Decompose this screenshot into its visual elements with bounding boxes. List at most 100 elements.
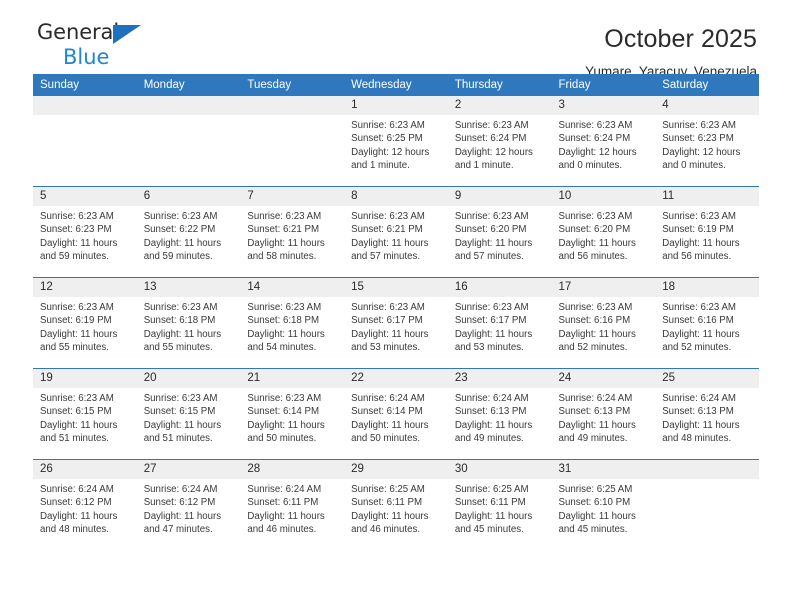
calendar-day-cell[interactable]: 23 Sunrise: 6:24 AM Sunset: 6:13 PM Dayligh…: [447, 368, 552, 460]
sunrise-text: Sunrise: 6:24 AM: [247, 484, 322, 495]
calendar-day-cell[interactable]: 11 Sunrise: 6:23 AM Sunset: 6:19 PM Dayligh…: [655, 186, 759, 278]
calendar-day-cell[interactable]: 28 Sunrise: 6:24 AM Sunset: 6:11 PM Dayligh…: [240, 459, 345, 550]
sunrise-text: Sunrise: 6:24 AM: [143, 484, 218, 495]
day-number: 9: [447, 187, 552, 206]
logo-triangle-icon: [113, 25, 141, 44]
sunrise-text: Sunrise: 6:23 AM: [558, 211, 633, 222]
sunrise-text: Sunrise: 6:24 AM: [454, 393, 529, 404]
day-cell-12: 12 Sunrise: 6:23 AM Sunset: 6:19 PM Dayligh…: [33, 278, 137, 368]
sunset-text: Sunset: 6:10 PM: [558, 497, 631, 509]
daylight-text: Daylight: 11 hours and 49 minutes.: [454, 419, 533, 444]
calendar-day-cell[interactable]: [33, 96, 137, 187]
day-details: Sunrise: 6:23 AM Sunset: 6:23 PM Daylight:…: [33, 206, 137, 263]
sunset-text: Sunset: 6:19 PM: [40, 315, 112, 327]
day-number: 10: [551, 187, 656, 206]
weekday-header-saturday: Saturday: [655, 74, 759, 96]
sunset-text: Sunset: 6:13 PM: [558, 406, 631, 418]
day-number: 14: [240, 278, 345, 297]
day-number: 3: [551, 96, 656, 115]
day-number: [136, 96, 241, 115]
sunrise-text: Sunrise: 6:23 AM: [662, 120, 736, 131]
daylight-text: Daylight: 11 hours and 52 minutes.: [662, 328, 740, 353]
day-cell-7: 7 Sunrise: 6:23 AM Sunset: 6:21 PM Daylight…: [240, 187, 345, 277]
day-cell-3: 3 Sunrise: 6:23 AM Sunset: 6:24 PM Daylight…: [551, 96, 656, 186]
sunrise-text: Sunrise: 6:23 AM: [40, 302, 114, 313]
day-cell-empty: [33, 96, 137, 186]
day-number: 16: [447, 278, 552, 297]
day-number: 28: [240, 460, 345, 479]
day-number: 21: [240, 369, 345, 388]
calendar-day-cell[interactable]: [240, 96, 345, 187]
day-details: Sunrise: 6:24 AM Sunset: 6:13 PM Daylight:…: [552, 388, 656, 445]
calendar-day-cell[interactable]: [136, 96, 241, 187]
calendar-day-cell[interactable]: 10 Sunrise: 6:23 AM Sunset: 6:20 PM Dayligh…: [551, 186, 656, 278]
day-number: 23: [447, 369, 552, 388]
sunset-text: Sunset: 6:15 PM: [143, 406, 216, 418]
day-number: 1: [344, 96, 448, 115]
day-details: Sunrise: 6:23 AM Sunset: 6:18 PM Daylight:…: [240, 297, 344, 354]
calendar-day-cell[interactable]: 26 Sunrise: 6:24 AM Sunset: 6:12 PM Dayligh…: [33, 459, 137, 550]
sunset-text: Sunset: 6:14 PM: [247, 406, 320, 418]
sunrise-text: Sunrise: 6:23 AM: [454, 120, 529, 131]
calendar-day-cell[interactable]: 19 Sunrise: 6:23 AM Sunset: 6:15 PM Dayligh…: [33, 368, 137, 460]
sunset-text: Sunset: 6:11 PM: [247, 497, 319, 509]
day-number: [240, 96, 345, 115]
day-details: Sunrise: 6:24 AM Sunset: 6:13 PM Daylight:…: [448, 388, 552, 445]
calendar-day-cell[interactable]: 2 Sunrise: 6:23 AM Sunset: 6:24 PM Daylight…: [447, 96, 552, 187]
day-number: 27: [136, 460, 241, 479]
sunrise-text: Sunrise: 6:23 AM: [351, 302, 425, 313]
calendar-day-cell[interactable]: [655, 459, 759, 550]
calendar-day-cell[interactable]: 18 Sunrise: 6:23 AM Sunset: 6:16 PM Dayligh…: [655, 277, 759, 369]
daylight-text: Daylight: 11 hours and 59 minutes.: [143, 237, 222, 262]
calendar-day-cell[interactable]: 21 Sunrise: 6:23 AM Sunset: 6:14 PM Dayligh…: [240, 368, 345, 460]
calendar-day-cell[interactable]: 25 Sunrise: 6:24 AM Sunset: 6:13 PM Dayligh…: [655, 368, 759, 460]
generalblue-logo[interactable]: General Blue: [37, 22, 227, 70]
calendar-day-cell[interactable]: 27 Sunrise: 6:24 AM Sunset: 6:12 PM Dayligh…: [136, 459, 241, 550]
calendar-day-cell[interactable]: 6 Sunrise: 6:23 AM Sunset: 6:22 PM Daylight…: [136, 186, 241, 278]
calendar-day-cell[interactable]: 5 Sunrise: 6:23 AM Sunset: 6:23 PM Daylight…: [33, 186, 137, 278]
sunset-text: Sunset: 6:13 PM: [662, 406, 734, 418]
calendar-day-cell[interactable]: 20 Sunrise: 6:23 AM Sunset: 6:15 PM Dayligh…: [136, 368, 241, 460]
calendar-day-cell[interactable]: 15 Sunrise: 6:23 AM Sunset: 6:17 PM Dayligh…: [344, 277, 448, 369]
calendar-day-cell[interactable]: 29 Sunrise: 6:25 AM Sunset: 6:11 PM Dayligh…: [344, 459, 448, 550]
day-details: Sunrise: 6:23 AM Sunset: 6:19 PM Daylight:…: [655, 206, 759, 263]
day-cell-14: 14 Sunrise: 6:23 AM Sunset: 6:18 PM Dayligh…: [240, 278, 345, 368]
calendar-week-row: 12 Sunrise: 6:23 AM Sunset: 6:19 PM Dayligh…: [33, 277, 759, 369]
day-number: [655, 460, 759, 479]
day-details: Sunrise: 6:23 AM Sunset: 6:16 PM Daylight:…: [552, 297, 656, 354]
day-number: 19: [33, 369, 137, 388]
day-cell-24: 24 Sunrise: 6:24 AM Sunset: 6:13 PM Dayligh…: [551, 369, 656, 459]
day-cell-1: 1 Sunrise: 6:23 AM Sunset: 6:25 PM Daylight…: [344, 96, 448, 186]
daylight-text: Daylight: 11 hours and 55 minutes.: [40, 328, 118, 353]
day-cell-20: 20 Sunrise: 6:23 AM Sunset: 6:15 PM Dayligh…: [136, 369, 241, 459]
calendar-day-cell[interactable]: 24 Sunrise: 6:24 AM Sunset: 6:13 PM Dayligh…: [551, 368, 656, 460]
calendar-day-cell[interactable]: 4 Sunrise: 6:23 AM Sunset: 6:23 PM Daylight…: [655, 96, 759, 187]
calendar-day-cell[interactable]: 13 Sunrise: 6:23 AM Sunset: 6:18 PM Dayligh…: [136, 277, 241, 369]
calendar-day-cell[interactable]: 1 Sunrise: 6:23 AM Sunset: 6:25 PM Daylight…: [344, 96, 448, 187]
sunrise-text: Sunrise: 6:23 AM: [143, 393, 218, 404]
day-details: Sunrise: 6:25 AM Sunset: 6:10 PM Daylight:…: [552, 479, 656, 536]
calendar-day-cell[interactable]: 16 Sunrise: 6:23 AM Sunset: 6:17 PM Dayligh…: [447, 277, 552, 369]
daylight-text: Daylight: 11 hours and 48 minutes.: [40, 510, 118, 535]
calendar-day-cell[interactable]: 14 Sunrise: 6:23 AM Sunset: 6:18 PM Dayligh…: [240, 277, 345, 369]
day-details: Sunrise: 6:24 AM Sunset: 6:11 PM Daylight:…: [240, 479, 344, 536]
day-details: Sunrise: 6:23 AM Sunset: 6:23 PM Daylight:…: [655, 115, 759, 172]
calendar-day-cell[interactable]: 31 Sunrise: 6:25 AM Sunset: 6:10 PM Dayligh…: [551, 459, 656, 550]
day-cell-8: 8 Sunrise: 6:23 AM Sunset: 6:21 PM Daylight…: [344, 187, 448, 277]
day-number: 30: [447, 460, 552, 479]
day-cell-23: 23 Sunrise: 6:24 AM Sunset: 6:13 PM Dayligh…: [447, 369, 552, 459]
calendar-day-cell[interactable]: 8 Sunrise: 6:23 AM Sunset: 6:21 PM Daylight…: [344, 186, 448, 278]
calendar-day-cell[interactable]: 17 Sunrise: 6:23 AM Sunset: 6:16 PM Dayligh…: [551, 277, 656, 369]
calendar-day-cell[interactable]: 12 Sunrise: 6:23 AM Sunset: 6:19 PM Dayligh…: [33, 277, 137, 369]
calendar-day-cell[interactable]: 3 Sunrise: 6:23 AM Sunset: 6:24 PM Daylight…: [551, 96, 656, 187]
calendar-day-cell[interactable]: 22 Sunrise: 6:24 AM Sunset: 6:14 PM Dayligh…: [344, 368, 448, 460]
sunset-text: Sunset: 6:20 PM: [454, 224, 527, 236]
day-number: 11: [655, 187, 759, 206]
day-number: 7: [240, 187, 345, 206]
calendar-day-cell[interactable]: 9 Sunrise: 6:23 AM Sunset: 6:20 PM Daylight…: [447, 186, 552, 278]
calendar-day-cell[interactable]: 7 Sunrise: 6:23 AM Sunset: 6:21 PM Daylight…: [240, 186, 345, 278]
sunrise-text: Sunrise: 6:23 AM: [143, 211, 218, 222]
calendar-day-cell[interactable]: 30 Sunrise: 6:25 AM Sunset: 6:11 PM Dayligh…: [447, 459, 552, 550]
day-details: Sunrise: 6:24 AM Sunset: 6:13 PM Daylight:…: [655, 388, 759, 445]
day-cell-31: 31 Sunrise: 6:25 AM Sunset: 6:10 PM Dayligh…: [551, 460, 656, 550]
